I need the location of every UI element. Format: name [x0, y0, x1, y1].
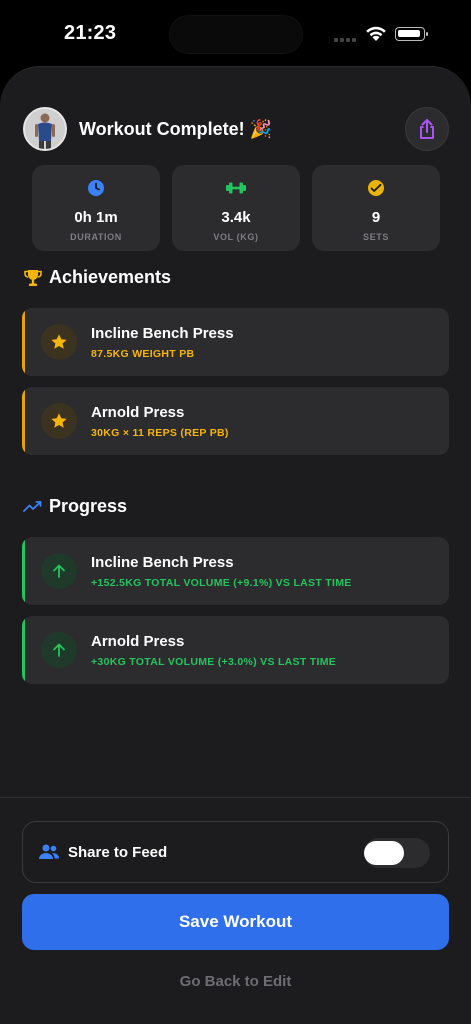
achievement-badge — [41, 403, 77, 439]
achievement-badge — [41, 324, 77, 360]
workout-summary-sheet: Workout Complete! 🎉 0h 1m DURATION 3.4k … — [0, 66, 471, 1024]
stat-value: 3.4k — [221, 209, 251, 226]
progress-detail: +152.5KG TOTAL VOLUME (+9.1%) VS LAST TI… — [91, 576, 352, 589]
go-back-to-edit-link[interactable]: Go Back to Edit — [0, 973, 471, 990]
stat-label: SETS — [363, 232, 389, 242]
achievement-card[interactable]: Arnold Press 30KG × 11 REPS (REP PB) — [22, 387, 449, 455]
stat-volume: 3.4k VOL (KG) — [172, 165, 300, 251]
trophy-icon — [24, 269, 42, 286]
progress-badge — [41, 553, 77, 589]
battery-icon — [395, 27, 428, 41]
stat-label: DURATION — [70, 232, 122, 242]
share-button[interactable] — [405, 107, 449, 151]
star-icon — [51, 413, 67, 428]
accent-bar — [22, 616, 25, 684]
achievement-detail: 30KG × 11 REPS (REP PB) — [91, 426, 229, 439]
progress-card[interactable]: Incline Bench Press +152.5KG TOTAL VOLUM… — [22, 537, 449, 605]
save-workout-button[interactable]: Save Workout — [22, 894, 449, 950]
stat-label: VOL (KG) — [213, 232, 259, 242]
page-title: Workout Complete! 🎉 — [79, 118, 273, 139]
dumbbell-icon — [226, 182, 246, 194]
share-to-feed-row: Share to Feed — [22, 821, 449, 883]
divider — [0, 797, 471, 798]
share-to-feed-label: Share to Feed — [68, 843, 168, 861]
stats-row: 0h 1m DURATION 3.4k VOL (KG) 9 SETS — [32, 165, 440, 251]
achievement-detail: 87.5KG WEIGHT PB — [91, 347, 195, 360]
exercise-name: Arnold Press — [91, 403, 185, 421]
exercise-name: Incline Bench Press — [91, 324, 234, 342]
users-icon — [39, 844, 60, 859]
wifi-icon — [366, 26, 386, 41]
section-title: Progress — [49, 496, 128, 516]
achievement-card[interactable]: Incline Bench Press 87.5KG WEIGHT PB — [22, 308, 449, 376]
clock-icon — [88, 180, 104, 196]
exercise-name: Arnold Press — [91, 632, 185, 650]
avatar[interactable] — [23, 107, 67, 151]
progress-badge — [41, 632, 77, 668]
cellular-signal-icon — [334, 38, 356, 42]
person-photo-icon — [25, 109, 65, 149]
progress-heading: Progress — [23, 496, 127, 517]
achievements-heading: Achievements — [23, 267, 171, 288]
share-icon — [420, 119, 434, 139]
stat-value: 0h 1m — [74, 209, 118, 226]
stat-duration: 0h 1m DURATION — [32, 165, 160, 251]
star-icon — [51, 334, 67, 349]
share-to-feed-toggle[interactable] — [364, 838, 430, 868]
stat-sets: 9 SETS — [312, 165, 440, 251]
accent-bar — [22, 537, 25, 605]
exercise-name: Incline Bench Press — [91, 553, 234, 571]
status-bar: 21:23 — [0, 0, 471, 66]
check-badge-icon — [368, 180, 384, 196]
stat-value: 9 — [371, 209, 381, 226]
section-title: Achievements — [49, 267, 172, 287]
accent-bar — [22, 308, 25, 376]
progress-card[interactable]: Arnold Press +30KG TOTAL VOLUME (+3.0%) … — [22, 616, 449, 684]
arrow-up-icon — [53, 643, 65, 657]
dynamic-island — [169, 15, 303, 54]
status-time: 21:23 — [64, 22, 117, 44]
summary-header: Workout Complete! 🎉 — [23, 107, 449, 151]
arrow-up-icon — [53, 564, 65, 578]
toggle-knob — [364, 841, 404, 865]
trend-up-icon — [23, 500, 42, 512]
accent-bar — [22, 387, 25, 455]
progress-detail: +30KG TOTAL VOLUME (+3.0%) VS LAST TIME — [91, 655, 337, 668]
